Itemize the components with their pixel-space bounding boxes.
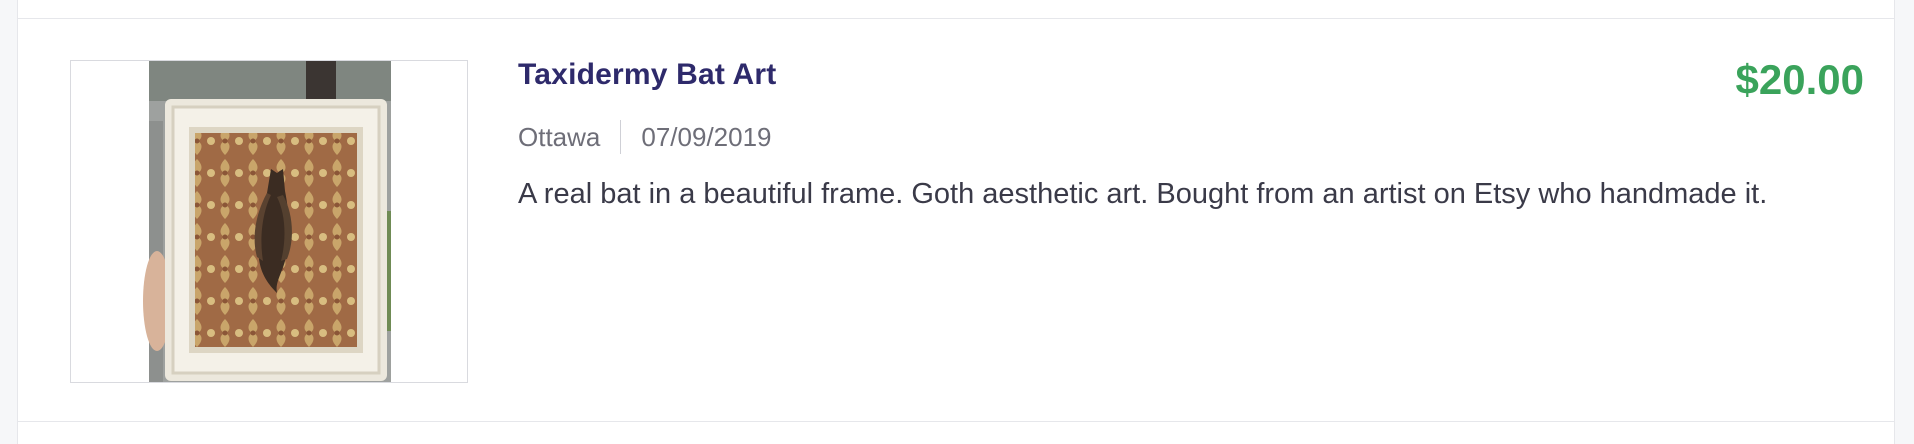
favorite-button[interactable] — [466, 133, 468, 173]
listing-description: A real bat in a beautiful frame. Goth ae… — [518, 178, 1768, 210]
listing-location: Ottawa — [518, 121, 601, 152]
divider — [18, 421, 1894, 422]
meta-separator — [620, 120, 622, 154]
heart-icon — [466, 133, 468, 173]
listing-meta: Ottawa 07/09/2019 — [518, 120, 772, 154]
listing-card[interactable]: Taxidermy Bat Art $20.00 Ottawa 07/09/20… — [17, 0, 1895, 444]
listing-page: Taxidermy Bat Art $20.00 Ottawa 07/09/20… — [0, 0, 1914, 444]
divider — [18, 18, 1894, 19]
listing-title[interactable]: Taxidermy Bat Art — [518, 58, 776, 92]
listing-photo — [143, 61, 391, 382]
listing-date: 07/09/2019 — [641, 121, 772, 152]
listing-price: $20.00 — [1735, 56, 1864, 103]
listing-thumbnail[interactable] — [70, 60, 468, 383]
